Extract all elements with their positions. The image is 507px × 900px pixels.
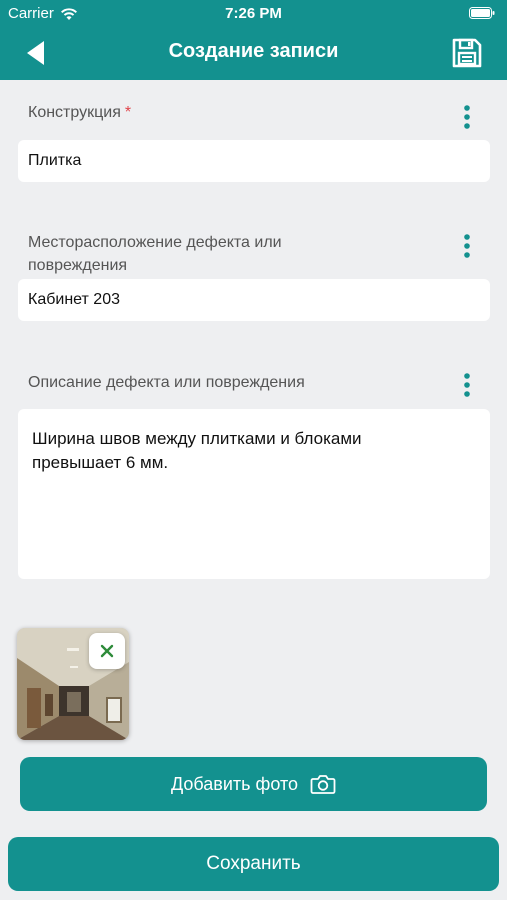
add-photo-label: Добавить фото — [170, 773, 299, 794]
construction-field[interactable]: Плитка — [18, 140, 490, 182]
camera-icon — [310, 775, 336, 794]
nav-bar: Создание записи — [0, 28, 507, 80]
battery-icon — [469, 7, 495, 19]
add-photo-button[interactable]: Добавить фото — [20, 757, 487, 811]
status-bar: Carrier 7:26 PM — [0, 0, 507, 28]
location-field[interactable]: Кабинет 203 — [18, 279, 490, 321]
description-line1: Ширина швов между плитками и блоками — [32, 429, 362, 448]
construction-label: Конструкция * — [28, 101, 428, 124]
save-button[interactable]: Сохранить — [8, 837, 499, 891]
status-time: 7:26 PM — [225, 5, 282, 22]
construction-more-icon[interactable] — [463, 104, 471, 130]
location-label-line1: Месторасположение дефекта или — [28, 234, 282, 251]
description-textarea[interactable]: Ширина швов между плитками и блоками пре… — [18, 409, 490, 579]
required-mark: * — [124, 104, 132, 121]
location-label: Месторасположение дефекта или повреждени… — [28, 231, 428, 277]
floppy-disk-icon[interactable] — [451, 37, 483, 69]
location-more-icon[interactable] — [463, 233, 471, 259]
construction-label-text: Конструкция — [28, 104, 121, 121]
description-more-icon[interactable] — [463, 372, 471, 398]
remove-photo-button[interactable] — [89, 633, 125, 669]
description-line2: превышает 6 мм. — [32, 453, 169, 472]
description-label: Описание дефекта или повреждения — [28, 374, 305, 391]
close-icon — [100, 644, 114, 658]
app-header: Carrier 7:26 PM Создание записи — [0, 0, 507, 80]
page-title: Создание записи — [168, 40, 339, 62]
location-label-line2: повреждения — [28, 257, 128, 274]
